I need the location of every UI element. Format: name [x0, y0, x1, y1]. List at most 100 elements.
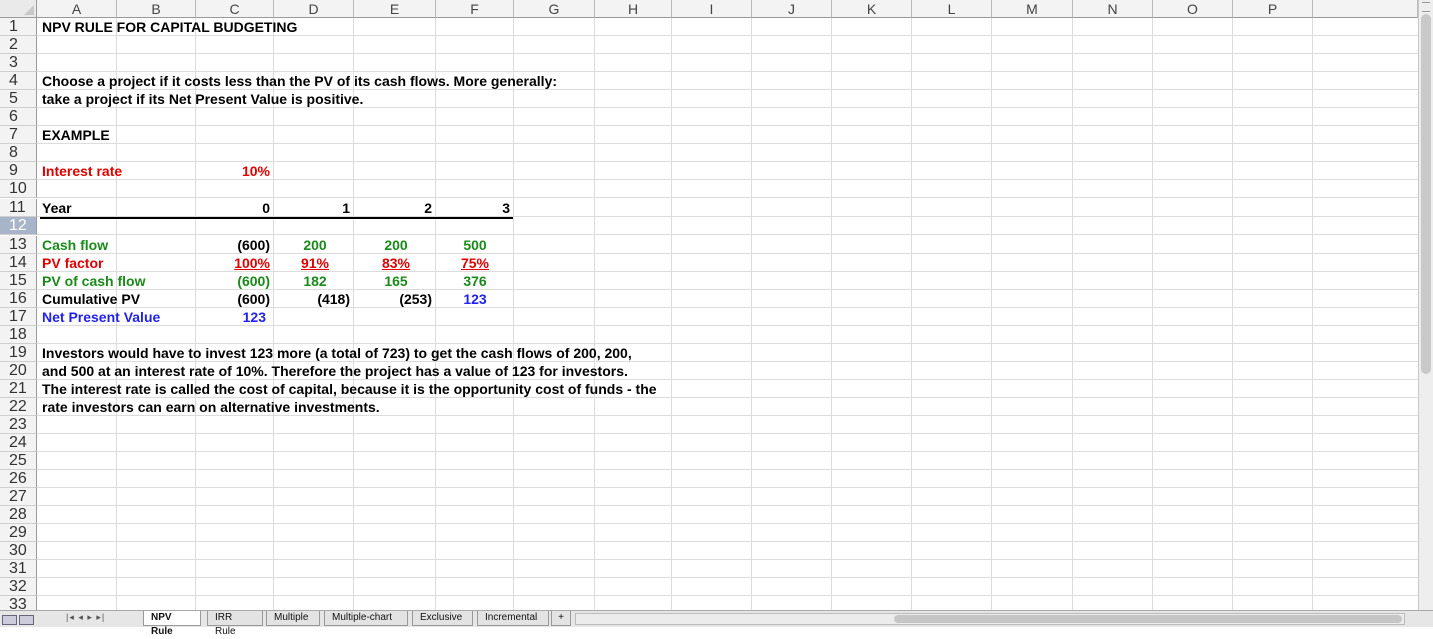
row-header-16[interactable]: 16	[0, 290, 37, 308]
row-header-11[interactable]: 11	[0, 199, 37, 217]
column-header-l[interactable]: L	[912, 0, 992, 18]
cell-b11[interactable]: 0	[196, 199, 270, 217]
column-header-f[interactable]: F	[436, 0, 514, 18]
cell-d11[interactable]: 2	[354, 199, 432, 217]
row-header-25[interactable]: 25	[0, 452, 37, 470]
cell-c16[interactable]: (418)	[274, 290, 350, 308]
cell-e14[interactable]: 75%	[436, 254, 510, 272]
row-header-27[interactable]: 27	[0, 488, 37, 506]
row-header-22[interactable]: 22	[0, 398, 37, 416]
cell-a16-cumulative-pv-label[interactable]: Cumulative PV	[42, 290, 140, 308]
row-header-28[interactable]: 28	[0, 506, 37, 524]
horizontal-scroll-thumb[interactable]	[894, 615, 1402, 623]
column-header-n[interactable]: N	[1073, 0, 1153, 18]
cell-c13[interactable]: 200	[274, 236, 350, 254]
cell-b13[interactable]: (600)	[196, 236, 270, 254]
row-header-8[interactable]: 8	[0, 144, 37, 162]
cell-a17-npv-label[interactable]: Net Present Value	[42, 308, 160, 326]
column-header-o[interactable]: O	[1153, 0, 1233, 18]
cell-d15[interactable]: 165	[354, 272, 432, 290]
column-header-h[interactable]: H	[595, 0, 672, 18]
cell-a20[interactable]: and 500 at an interest rate of 10%. Ther…	[42, 362, 628, 380]
row-header-12[interactable]: 12	[0, 217, 37, 235]
row-header-17[interactable]: 17	[0, 308, 37, 326]
cell-b16[interactable]: (600)	[196, 290, 270, 308]
horizontal-scrollbar[interactable]	[575, 613, 1405, 625]
row-header-29[interactable]: 29	[0, 524, 37, 542]
row-header-3[interactable]: 3	[0, 54, 37, 72]
sheet-tab-npv-rule[interactable]: NPV Rule	[143, 611, 201, 637]
split-grip-icon[interactable]	[1422, 2, 1430, 12]
cell-d14[interactable]: 83%	[354, 254, 432, 272]
row-header-21[interactable]: 21	[0, 380, 37, 398]
cell-a9-interest-label[interactable]: Interest rate	[42, 162, 122, 180]
row-header-32[interactable]: 32	[0, 578, 37, 596]
row-header-19[interactable]: 19	[0, 344, 37, 362]
row-header-20[interactable]: 20	[0, 362, 37, 380]
row-header-31[interactable]: 31	[0, 560, 37, 578]
cell-b14[interactable]: 100%	[196, 254, 270, 272]
row-header-6[interactable]: 6	[0, 108, 37, 126]
row-header-2[interactable]: 2	[0, 36, 37, 54]
row-header-5[interactable]: 5	[0, 90, 37, 108]
page-layout-view-icon[interactable]	[19, 615, 34, 625]
column-header-b[interactable]: B	[117, 0, 196, 18]
column-header-p[interactable]: P	[1233, 0, 1313, 18]
cell-e16[interactable]: 123	[436, 290, 510, 308]
cell-c15[interactable]: 182	[274, 272, 350, 290]
cell-e11[interactable]: 3	[436, 199, 510, 217]
row-header-9[interactable]: 9	[0, 162, 37, 180]
column-header-c[interactable]: C	[196, 0, 274, 18]
row-header-14[interactable]: 14	[0, 254, 37, 272]
cell-a13-cash-flow-label[interactable]: Cash flow	[42, 236, 108, 254]
column-header-j[interactable]: J	[752, 0, 832, 18]
cell-a7[interactable]: EXAMPLE	[42, 126, 110, 144]
column-header-m[interactable]: M	[992, 0, 1073, 18]
column-header-d[interactable]: D	[274, 0, 354, 18]
vertical-scroll-thumb[interactable]	[1421, 14, 1431, 374]
sheet-tab-incremental[interactable]: Incremental	[477, 611, 549, 626]
column-header-i[interactable]: I	[672, 0, 752, 18]
sheet-tab-multiple-chart[interactable]: Multiple-chart	[324, 611, 408, 626]
row-header-33[interactable]: 33	[0, 596, 37, 610]
column-header-k[interactable]: K	[832, 0, 912, 18]
row-header-30[interactable]: 30	[0, 542, 37, 560]
tab-navigation-arrows[interactable]: |◂ ◂ ▸ ▸|	[66, 612, 105, 623]
sheet-tab-exclusive[interactable]: Exclusive	[412, 611, 473, 626]
cell-a22[interactable]: rate investors can earn on alternative i…	[42, 398, 380, 416]
cell-d13[interactable]: 200	[354, 236, 432, 254]
row-header-23[interactable]: 23	[0, 416, 37, 434]
row-header-4[interactable]: 4	[0, 72, 37, 90]
vertical-scrollbar[interactable]	[1418, 0, 1433, 610]
row-header-26[interactable]: 26	[0, 470, 37, 488]
cell-c14[interactable]: 91%	[274, 254, 350, 272]
row-header-15[interactable]: 15	[0, 272, 37, 290]
cell-b17-npv-value[interactable]: 123	[196, 308, 270, 326]
column-header-e[interactable]: E	[354, 0, 436, 18]
row-header-7[interactable]: 7	[0, 126, 37, 144]
column-header-g[interactable]: G	[514, 0, 595, 18]
cell-c11[interactable]: 1	[274, 199, 350, 217]
row-header-13[interactable]: 13	[0, 236, 37, 254]
cell-e13[interactable]: 500	[436, 236, 510, 254]
row-header-18[interactable]: 18	[0, 326, 37, 344]
cell-d16[interactable]: (253)	[354, 290, 432, 308]
row-header-10[interactable]: 10	[0, 180, 37, 198]
cell-b15[interactable]: (600)	[196, 272, 270, 290]
cell-a14-pv-factor-label[interactable]: PV factor	[42, 254, 103, 272]
cell-a15-pv-cash-flow-label[interactable]: PV of cash flow	[42, 272, 145, 290]
cell-a1-title[interactable]: NPV RULE FOR CAPITAL BUDGETING	[42, 18, 297, 36]
cell-a21[interactable]: The interest rate is called the cost of …	[42, 380, 657, 398]
normal-view-icon[interactable]	[2, 615, 17, 625]
column-header-a[interactable]: A	[37, 0, 117, 18]
cell-a4[interactable]: Choose a project if it costs less than t…	[42, 72, 557, 90]
row-header-1[interactable]: 1	[0, 18, 37, 36]
cell-b9-interest-rate[interactable]: 10%	[196, 162, 270, 180]
sheet-tab-multiple[interactable]: Multiple	[266, 611, 320, 626]
add-sheet-button[interactable]: +	[551, 611, 571, 626]
spreadsheet-grid[interactable]: ABCDEFGHIJKLMNOP 1 2 3 4 5 6 7 8 9 10 11 12 13 14 15 16…	[0, 0, 1418, 610]
cell-a5[interactable]: take a project if its Net Present Value …	[42, 90, 363, 108]
cell-e15[interactable]: 376	[436, 272, 510, 290]
select-all-corner[interactable]	[0, 0, 37, 18]
cell-a11-year-label[interactable]: Year	[42, 199, 72, 217]
